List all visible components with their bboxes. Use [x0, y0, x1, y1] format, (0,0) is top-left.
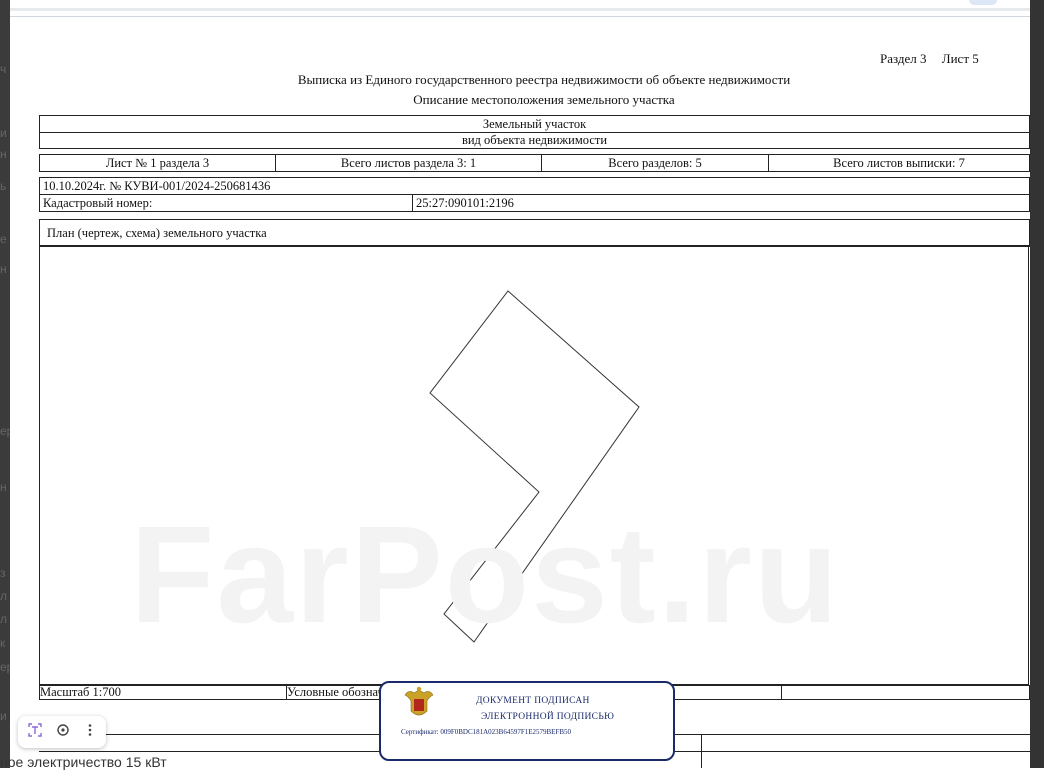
left-text-fragment: л: [0, 589, 8, 603]
object-type: Земельный участок: [482, 117, 587, 131]
object-type-row: Земельный участок: [39, 115, 1030, 133]
section-sheet-header: Раздел 3 Лист 5: [880, 51, 979, 67]
left-text-fragment: н: [0, 262, 7, 276]
left-text-fragment: ер: [0, 424, 10, 438]
document-subtitle: Описание местоположения земельного участ…: [413, 92, 675, 107]
viewer-top-divider: [10, 8, 1030, 11]
left-text-fragment: ер: [0, 660, 10, 674]
left-text-fragment: к: [0, 636, 6, 650]
farpost-watermark: FarPost.ru: [130, 498, 841, 652]
e-signature-stamp: ДОКУМЕНТ ПОДПИСАН ЭЛЕКТРОННОЙ ПОДПИСЬЮ С…: [379, 681, 675, 761]
stamp-line-2: ЭЛЕКТРОННОЙ ПОДПИСЬЮ: [481, 712, 615, 722]
sheet-of-section: Лист № 1 раздела 3: [40, 155, 276, 171]
document-title: Выписка из Единого государственного реес…: [297, 72, 791, 87]
scale-label: Масштаб 1:700: [40, 686, 287, 699]
left-text-fragment: н: [0, 480, 7, 494]
left-text-fragment: ч: [0, 62, 7, 76]
section-label: Раздел 3: [880, 51, 927, 66]
left-text-fragment: и: [0, 709, 7, 723]
cadastral-row: Кадастровый номер: 25:27:090101:2196: [39, 194, 1030, 212]
document-page: Раздел 3 Лист 5 Выписка из Единого госуд…: [10, 18, 1030, 768]
more-vertical-icon[interactable]: [82, 722, 98, 743]
cadastral-number: 25:27:090101:2196: [416, 196, 514, 210]
total-sections: Всего разделов: 5: [542, 155, 769, 171]
left-text-fragment: и: [0, 126, 7, 140]
left-text-fragment: з: [0, 566, 6, 580]
stamp-line-1: ДОКУМЕНТ ПОДПИСАН: [476, 696, 590, 706]
total-sheets-extract: Всего листов выписки: 7: [833, 156, 965, 170]
plan-title: План (чертеж, схема) земельного участка: [47, 226, 267, 240]
legend-cell-empty: [782, 686, 1029, 699]
stamp-certificate: Сертификат: 009F0BDC181A023B64597F1E2579…: [401, 728, 572, 736]
sheet-info-row: Лист № 1 раздела 3 Всего листов раздела …: [39, 154, 1030, 172]
left-text-fragment: л: [0, 612, 8, 626]
text-select-icon[interactable]: [26, 722, 44, 743]
backdrop-left: [0, 0, 10, 768]
plan-title-row: План (чертеж, схема) земельного участка: [39, 219, 1030, 247]
left-text-fragment: ь: [0, 179, 7, 193]
date-number-row: 10.10.2024г. № КУВИ-001/2024-250681436: [39, 177, 1030, 195]
sheet-label: Лист 5: [941, 51, 979, 66]
scrollbar-track[interactable]: [1030, 0, 1044, 768]
cadastral-label: Кадастровый номер:: [40, 195, 413, 211]
top-button-edge[interactable]: [969, 0, 997, 5]
date-number: 10.10.2024г. № КУВИ-001/2024-250681436: [43, 179, 271, 193]
lens-icon[interactable]: [54, 722, 72, 743]
coat-of-arms-icon: [404, 686, 434, 716]
left-text-fragment: е: [0, 232, 7, 246]
left-text-fragment: н: [0, 147, 7, 161]
table-line: [655, 734, 1030, 735]
object-type-caption: вид объекта недвижимости: [461, 133, 608, 147]
total-sheets-section: Всего листов раздела 3: 1: [276, 155, 542, 171]
image-toolbar: [18, 716, 106, 748]
object-type-caption-row: вид объекта недвижимости: [39, 132, 1030, 149]
